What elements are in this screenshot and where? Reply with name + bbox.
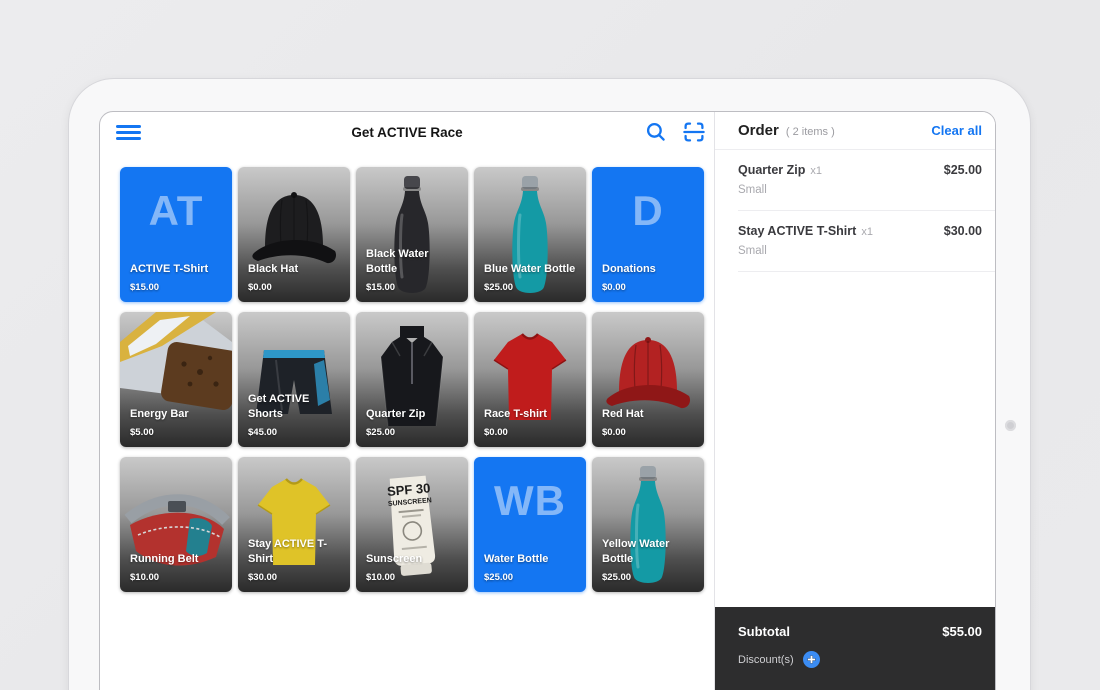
product-tile[interactable]: Black Water Bottle $15.00 — [356, 167, 468, 302]
order-item-variant: Small — [738, 245, 982, 257]
order-items-count: ( 2 items ) — [786, 126, 835, 138]
product-price: $10.00 — [366, 572, 395, 583]
search-icon — [645, 121, 667, 143]
barcode-scan-icon — [683, 121, 705, 143]
tablet-device: Get ACTIVE Race — [68, 78, 1031, 690]
product-price: $45.00 — [248, 427, 277, 438]
product-name: Donations — [602, 262, 698, 276]
product-tile[interactable]: WB Water Bottle $25.00 — [474, 457, 586, 592]
product-price: $25.00 — [602, 572, 631, 583]
product-grid: ATACTIVE T-Shirt$15.00Black Hat$0.00Blac… — [120, 167, 704, 592]
order-header: Order ( 2 items ) Clear all — [715, 112, 995, 150]
product-name: Red Hat — [602, 407, 698, 421]
product-price: $25.00 — [484, 572, 513, 583]
page-background: Get ACTIVE Race — [0, 0, 1100, 690]
search-button[interactable] — [644, 120, 668, 144]
product-initials: AT — [120, 187, 232, 235]
product-initials: D — [592, 187, 704, 235]
subtotal-label: Subtotal — [738, 624, 790, 639]
product-tile[interactable]: Yellow Water Bottle $25.00 — [592, 457, 704, 592]
order-items-list: Quarter Zip x1 $25.00 Small Stay ACTIVE … — [715, 150, 995, 605]
product-price: $25.00 — [366, 427, 395, 438]
clear-all-button[interactable]: Clear all — [931, 123, 982, 138]
product-price: $0.00 — [484, 427, 508, 438]
order-item-price: $25.00 — [944, 163, 982, 177]
barcode-scan-button[interactable] — [682, 120, 706, 144]
order-item-name: Stay ACTIVE T-Shirt — [738, 224, 856, 238]
product-tile[interactable]: Race T-shirt $0.00 — [474, 312, 586, 447]
product-price: $0.00 — [602, 427, 626, 438]
product-initials: WB — [474, 477, 586, 525]
product-tile[interactable]: D Donations $0.00 — [592, 167, 704, 302]
order-item[interactable]: Stay ACTIVE T-Shirt x1 $30.00 Small — [738, 211, 995, 272]
product-name: Stay ACTIVE T-Shirt — [248, 537, 344, 566]
product-name: Quarter Zip — [366, 407, 462, 421]
product-price: $15.00 — [130, 282, 159, 293]
product-price: $30.00 — [248, 572, 277, 583]
order-footer: Subtotal $55.00 Discount(s) — [715, 607, 995, 690]
subtotal-row: Subtotal $55.00 — [738, 624, 982, 639]
order-title: Order — [738, 122, 779, 139]
product-tile[interactable]: Stay ACTIVE T-Shirt $30.00 — [238, 457, 350, 592]
product-tile[interactable]: AT ACTIVE T-Shirt $15.00 — [120, 167, 232, 302]
product-name: ACTIVE T-Shirt — [130, 262, 226, 276]
plus-circle-icon — [803, 651, 820, 668]
product-tile[interactable]: SPF 30SUNSCREENSunscreen$10.00 — [356, 457, 468, 592]
tablet-camera — [1005, 420, 1016, 431]
topbar: Get ACTIVE Race — [100, 112, 714, 152]
product-name: Race T-shirt — [484, 407, 580, 421]
product-tile[interactable]: Black Hat $0.00 — [238, 167, 350, 302]
order-item-name: Quarter Zip — [738, 163, 805, 177]
product-price: $0.00 — [602, 282, 626, 293]
catalog-region: Get ACTIVE Race — [100, 112, 714, 690]
product-name: Water Bottle — [484, 552, 580, 566]
product-tile[interactable]: Running Belt $10.00 — [120, 457, 232, 592]
product-name: Energy Bar — [130, 407, 226, 421]
product-price: $10.00 — [130, 572, 159, 583]
product-price: $5.00 — [130, 427, 154, 438]
product-tile[interactable]: Quarter Zip $25.00 — [356, 312, 468, 447]
product-tile[interactable]: Blue Water Bottle $25.00 — [474, 167, 586, 302]
discounts-label: Discount(s) — [738, 654, 794, 666]
order-item-qty: x1 — [810, 165, 822, 177]
product-name: Yellow Water Bottle — [602, 537, 698, 566]
product-name: Running Belt — [130, 552, 226, 566]
product-name: Black Hat — [248, 262, 344, 276]
app-screen: Get ACTIVE Race — [99, 111, 996, 690]
product-tile[interactable]: Red Hat $0.00 — [592, 312, 704, 447]
topbar-icons — [644, 120, 706, 144]
product-tile[interactable]: Energy Bar $5.00 — [120, 312, 232, 447]
hamburger-menu-icon[interactable] — [116, 125, 141, 140]
discounts-row: Discount(s) — [738, 651, 982, 668]
product-tile[interactable]: Get ACTIVE Shorts $45.00 — [238, 312, 350, 447]
order-item-price: $30.00 — [944, 224, 982, 238]
add-discount-button[interactable] — [803, 651, 820, 668]
subtotal-value: $55.00 — [942, 624, 982, 639]
product-name: Blue Water Bottle — [484, 262, 580, 276]
order-item-variant: Small — [738, 184, 982, 196]
order-item[interactable]: Quarter Zip x1 $25.00 Small — [738, 150, 995, 211]
product-price: $15.00 — [366, 282, 395, 293]
product-name: Black Water Bottle — [366, 247, 462, 276]
product-price: $0.00 — [248, 282, 272, 293]
product-name: Sunscreen — [366, 552, 462, 566]
product-name: Get ACTIVE Shorts — [248, 392, 344, 421]
page-title: Get ACTIVE Race — [100, 112, 714, 152]
order-panel: Order ( 2 items ) Clear all Quarter Zip … — [714, 112, 995, 690]
product-price: $25.00 — [484, 282, 513, 293]
order-item-qty: x1 — [861, 226, 873, 238]
